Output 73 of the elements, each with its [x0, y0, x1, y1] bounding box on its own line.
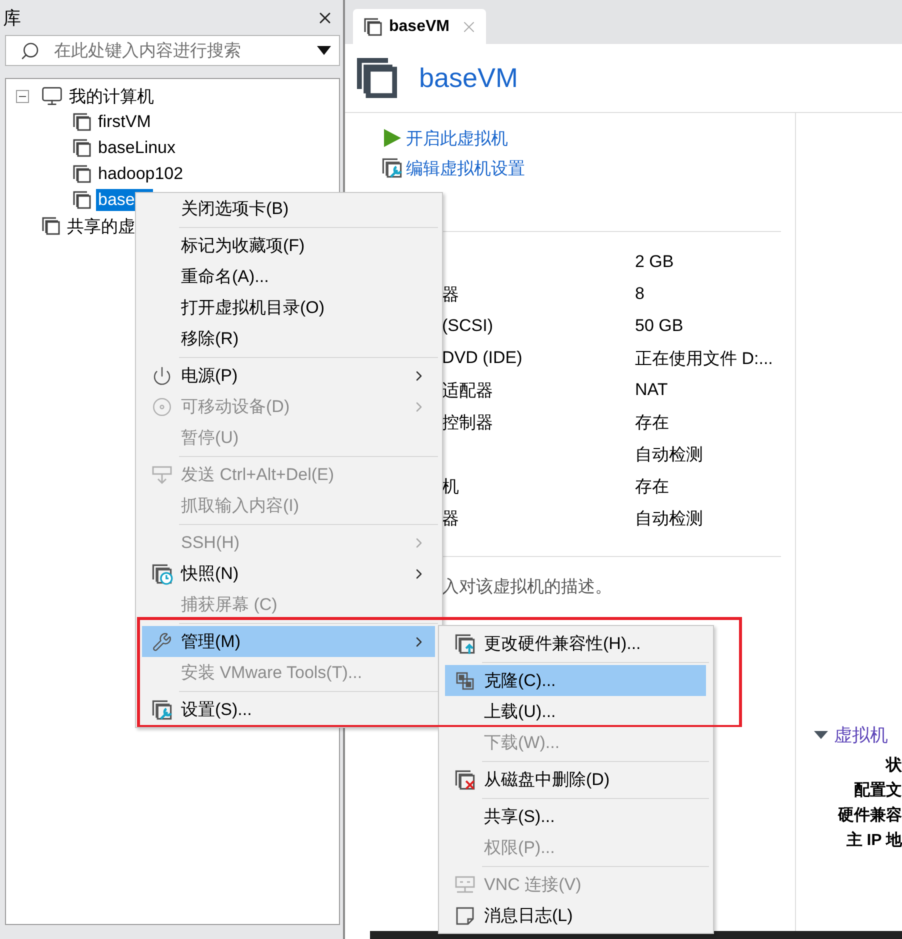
computer-icon [41, 85, 63, 107]
hardware-label: 器 [442, 284, 460, 306]
menu-item[interactable]: 上载(U)... [445, 696, 706, 727]
tree-item[interactable]: 我的计算机 [67, 84, 158, 108]
tree-item[interactable]: baseLinux [96, 137, 180, 159]
hardware-value: 自动检测 [635, 444, 704, 466]
menu-item[interactable]: 共享(S)... [445, 801, 706, 832]
menu-item[interactable]: 克隆(C)... [445, 665, 706, 696]
tree-item[interactable]: firstVM [96, 111, 155, 133]
hardware-value: 8 [635, 284, 646, 304]
hardware-value: 正在使用文件 D:... [635, 348, 774, 370]
section-title: 虚拟机 [834, 724, 888, 747]
menu-item[interactable]: 消息日志(L) [445, 900, 706, 931]
dropdown-caret-icon[interactable] [317, 46, 331, 55]
hardware-label: (SCSI) [442, 316, 494, 336]
menu-item[interactable]: 标记为收藏项(F) [142, 230, 435, 261]
hardware-value: 50 GB [635, 316, 684, 336]
disc-icon [152, 396, 172, 416]
hardware-label: 机 [442, 476, 460, 498]
hardware-value: 存在 [635, 412, 670, 434]
note-icon [454, 906, 474, 926]
tree-item[interactable]: hadoop102 [96, 163, 188, 185]
shared-vm-icon [41, 216, 61, 236]
hardware-value: 2 GB [635, 252, 675, 272]
settings-wrench-icon [150, 698, 172, 720]
menu-item[interactable]: 电源(P) [142, 360, 435, 391]
delete-icon [454, 768, 476, 790]
search-icon [20, 40, 40, 60]
vm-title: baseVM [419, 62, 518, 94]
search-field[interactable]: 在此处键入内容进行搜索 [5, 35, 340, 66]
hardware-label: 控制器 [442, 412, 494, 434]
panel-title: 库 [3, 6, 21, 30]
snapshot-clock-icon [150, 562, 172, 584]
menu-item[interactable]: 重命名(A)... [142, 261, 435, 292]
action-link[interactable]: 开启此虚拟机 [381, 123, 508, 153]
tree-item[interactable]: 共享的虚 [65, 214, 139, 238]
detail-label: 硬件兼容 [838, 805, 902, 826]
menu-item[interactable]: 从磁盘中删除(D) [445, 764, 706, 795]
search-input[interactable]: 在此处键入内容进行搜索 [52, 40, 305, 62]
hardware-value: 存在 [635, 476, 670, 498]
vm-tab[interactable]: baseVM [353, 9, 486, 44]
clone-icon [454, 670, 474, 690]
hardware-label: DVD (IDE) [442, 348, 524, 368]
menu-item[interactable]: 更改硬件兼容性(H)... [445, 628, 706, 659]
vm-icon [72, 112, 92, 132]
detail-label: 主 IP 地 [846, 830, 902, 851]
hardware-value: NAT [635, 380, 669, 400]
menu-item[interactable]: 设置(S)... [142, 694, 435, 725]
action-link[interactable]: 编辑虚拟机设置 [381, 153, 525, 183]
menu-item[interactable]: 移除(R) [142, 323, 435, 354]
vm-icon [355, 56, 399, 100]
hardware-label: 适配器 [442, 380, 494, 402]
vm-icon [72, 164, 92, 184]
keyboard-arrow-icon [150, 464, 172, 486]
play-icon [381, 127, 403, 149]
description-hint[interactable]: 入对该虚拟机的描述。 [442, 575, 795, 598]
upgrade-arrow-icon [454, 632, 476, 654]
hardware-label: 器 [442, 508, 460, 530]
menu-item[interactable]: 管理(M) [142, 626, 435, 657]
detail-label: 配置文 [854, 780, 902, 801]
collapse-toggle[interactable] [16, 90, 29, 102]
vm-icon [363, 16, 383, 36]
expand-triangle-icon[interactable] [814, 730, 828, 740]
vm-icon [72, 138, 92, 158]
hardware-value: 自动检测 [635, 508, 704, 530]
vm-icon [72, 190, 92, 210]
power-icon [152, 366, 172, 386]
menu-item[interactable]: 快照(N) [142, 558, 435, 589]
detail-label: 状 [886, 756, 902, 776]
settings-wrench-icon [381, 157, 403, 179]
wrench-icon [152, 632, 172, 652]
menu-item[interactable]: 打开虚拟机目录(O) [142, 292, 435, 323]
network-screen-icon [454, 874, 476, 894]
